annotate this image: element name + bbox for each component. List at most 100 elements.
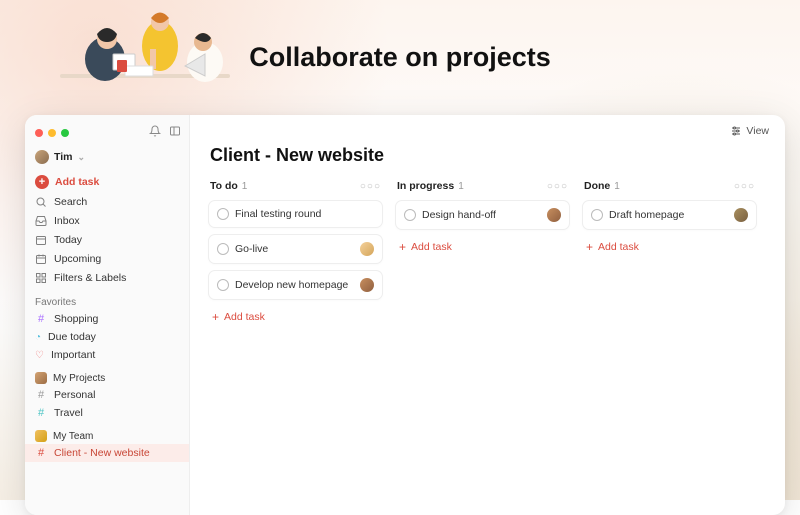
add-task-button[interactable]: + Add task bbox=[25, 172, 189, 192]
card-title: Go-live bbox=[235, 243, 354, 255]
column-todo: To do 1 ○○○ Final testing round Go-live bbox=[208, 180, 383, 328]
column-count: 1 bbox=[458, 181, 464, 192]
add-task-label: Add task bbox=[224, 311, 265, 323]
view-label: View bbox=[746, 125, 769, 137]
checkbox[interactable] bbox=[404, 209, 416, 221]
app-window: Tim ⌄ + Add task Search Inbox Today Upco… bbox=[25, 115, 785, 515]
assignee-avatar[interactable] bbox=[547, 208, 561, 222]
team-avatar-icon bbox=[35, 430, 47, 442]
assignee-avatar[interactable] bbox=[734, 208, 748, 222]
add-task-button[interactable]: + Add task bbox=[582, 236, 757, 258]
column-more-icon[interactable]: ○○○ bbox=[547, 181, 568, 192]
nav-upcoming[interactable]: Upcoming bbox=[25, 249, 189, 268]
column-count: 1 bbox=[614, 181, 620, 192]
column-done: Done 1 ○○○ Draft homepage + Add task bbox=[582, 180, 757, 328]
close-dot[interactable] bbox=[35, 129, 43, 137]
hash-icon: # bbox=[35, 389, 47, 401]
card-title: Develop new homepage bbox=[235, 279, 354, 291]
nav-label: Search bbox=[54, 196, 87, 208]
page-title: Client - New website bbox=[210, 145, 771, 166]
task-card[interactable]: Go-live bbox=[208, 234, 383, 264]
search-icon bbox=[35, 196, 47, 208]
task-card[interactable]: Draft homepage bbox=[582, 200, 757, 230]
checkbox[interactable] bbox=[217, 279, 229, 291]
my-projects-label: My Projects bbox=[53, 373, 105, 384]
card-title: Draft homepage bbox=[609, 209, 728, 221]
nav-label: Today bbox=[54, 234, 82, 246]
calendar-icon bbox=[35, 253, 47, 265]
my-team-header[interactable]: My Team bbox=[25, 422, 189, 444]
favorite-label: Shopping bbox=[54, 313, 98, 325]
task-card[interactable]: Develop new homepage bbox=[208, 270, 383, 300]
chevron-down-icon: ⌄ bbox=[77, 152, 85, 163]
column-more-icon[interactable]: ○○○ bbox=[734, 181, 755, 192]
my-projects-header[interactable]: My Projects bbox=[25, 364, 189, 386]
plus-icon: + bbox=[586, 240, 593, 254]
column-title: To do bbox=[210, 180, 238, 192]
card-title: Design hand-off bbox=[422, 209, 541, 221]
add-task-button[interactable]: + Add task bbox=[395, 236, 570, 258]
kanban-board: To do 1 ○○○ Final testing round Go-live bbox=[208, 180, 771, 328]
add-task-label: Add task bbox=[55, 176, 99, 188]
hash-icon: # bbox=[35, 407, 47, 419]
plus-icon: + bbox=[35, 175, 49, 189]
column-count: 1 bbox=[242, 181, 248, 192]
nav-search[interactable]: Search bbox=[25, 192, 189, 211]
hash-icon: # bbox=[35, 447, 47, 459]
view-button[interactable]: View bbox=[730, 125, 769, 137]
favorite-label: Important bbox=[51, 349, 95, 361]
sidebar: Tim ⌄ + Add task Search Inbox Today Upco… bbox=[25, 115, 190, 515]
calendar-today-icon bbox=[35, 234, 47, 246]
assignee-avatar[interactable] bbox=[360, 278, 374, 292]
grid-icon bbox=[35, 272, 47, 284]
user-menu[interactable]: Tim ⌄ bbox=[25, 146, 189, 172]
nav-label: Filters & Labels bbox=[54, 272, 126, 284]
favorite-due-today[interactable]: ◔ Due today bbox=[25, 328, 189, 346]
column-title: In progress bbox=[397, 180, 454, 192]
traffic-lights[interactable] bbox=[35, 129, 69, 137]
plus-icon: + bbox=[212, 310, 219, 324]
my-team-label: My Team bbox=[53, 431, 93, 442]
nav-label: Inbox bbox=[54, 215, 80, 227]
add-task-button[interactable]: + Add task bbox=[208, 306, 383, 328]
assignee-avatar[interactable] bbox=[360, 242, 374, 256]
drop-icon: ◔ bbox=[35, 332, 41, 343]
column-more-icon[interactable]: ○○○ bbox=[360, 181, 381, 192]
window-topbar bbox=[25, 123, 189, 146]
nav-filters[interactable]: Filters & Labels bbox=[25, 268, 189, 287]
heart-icon: ♡ bbox=[35, 350, 44, 361]
add-task-label: Add task bbox=[411, 241, 452, 253]
favorite-shopping[interactable]: # Shopping bbox=[25, 310, 189, 328]
avatar-icon bbox=[35, 372, 47, 384]
project-travel[interactable]: # Travel bbox=[25, 404, 189, 422]
nav-inbox[interactable]: Inbox bbox=[25, 211, 189, 230]
sliders-icon bbox=[730, 125, 742, 137]
user-name: Tim bbox=[54, 151, 72, 163]
project-personal[interactable]: # Personal bbox=[25, 386, 189, 404]
bell-icon[interactable] bbox=[149, 125, 161, 140]
card-title: Final testing round bbox=[235, 208, 374, 220]
column-in-progress: In progress 1 ○○○ Design hand-off + Add … bbox=[395, 180, 570, 328]
zoom-dot[interactable] bbox=[61, 129, 69, 137]
user-avatar bbox=[35, 150, 49, 164]
minimize-dot[interactable] bbox=[48, 129, 56, 137]
favorites-section-label: Favorites bbox=[25, 287, 189, 310]
nav-today[interactable]: Today bbox=[25, 230, 189, 249]
checkbox[interactable] bbox=[217, 243, 229, 255]
column-title: Done bbox=[584, 180, 610, 192]
hero-title: Collaborate on projects bbox=[0, 42, 800, 73]
sidebar-toggle-icon[interactable] bbox=[169, 125, 181, 140]
favorite-important[interactable]: ♡ Important bbox=[25, 346, 189, 364]
checkbox[interactable] bbox=[591, 209, 603, 221]
checkbox[interactable] bbox=[217, 208, 229, 220]
task-card[interactable]: Design hand-off bbox=[395, 200, 570, 230]
task-card[interactable]: Final testing round bbox=[208, 200, 383, 228]
add-task-label: Add task bbox=[598, 241, 639, 253]
main-content: View Client - New website To do 1 ○○○ Fi… bbox=[190, 115, 785, 515]
favorite-label: Due today bbox=[48, 331, 96, 343]
hash-icon: # bbox=[35, 313, 47, 325]
plus-icon: + bbox=[399, 240, 406, 254]
project-label: Personal bbox=[54, 389, 95, 401]
nav-label: Upcoming bbox=[54, 253, 101, 265]
team-project-client-website[interactable]: # Client - New website bbox=[25, 444, 189, 462]
